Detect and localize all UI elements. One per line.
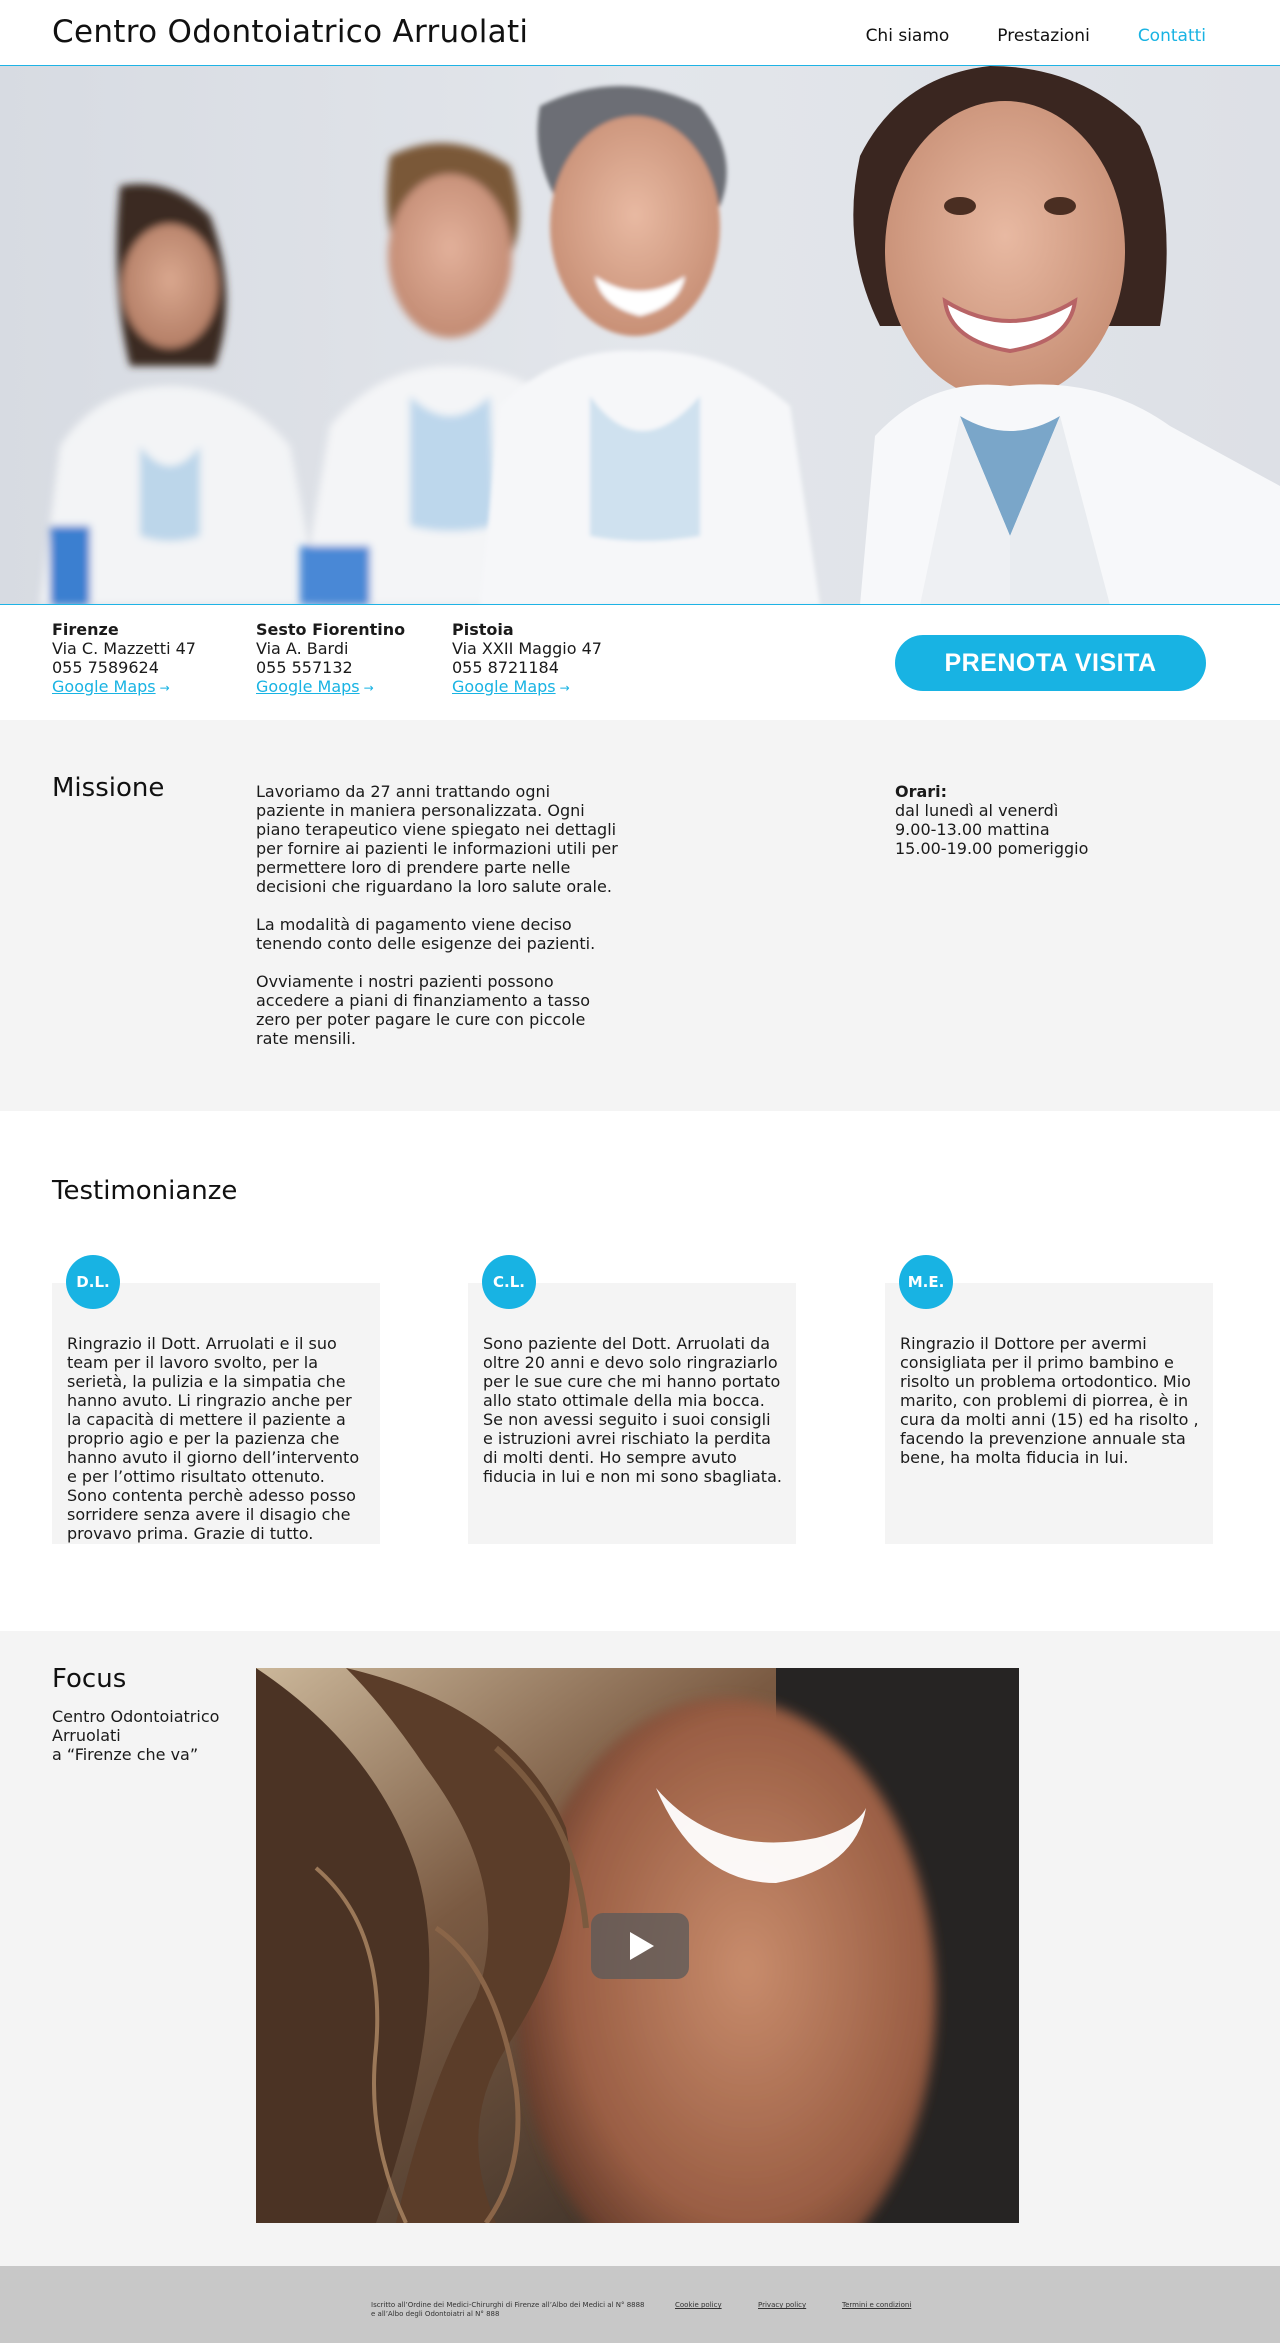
- testimonial-card: C.L. Sono paziente del Dott. Arruolati d…: [468, 1255, 796, 1544]
- location-firenze: Firenze Via C. Mazzetti 47 055 7589624 G…: [52, 620, 196, 698]
- location-address: Via A. Bardi: [256, 639, 349, 658]
- location-city: Firenze: [52, 620, 119, 639]
- avatar: M.E.: [899, 1255, 953, 1309]
- arrow-right-icon: →: [159, 681, 170, 695]
- location-pistoia: Pistoia Via XXII Maggio 47 055 8721184 G…: [452, 620, 602, 698]
- video-player[interactable]: [256, 1668, 1019, 2223]
- nav-link-contatti[interactable]: Contatti: [1138, 26, 1206, 46]
- hours-line: dal lunedì al venerdì: [895, 801, 1059, 820]
- focus-subtitle-line: Arruolati: [52, 1726, 121, 1745]
- mission-section: Missione Lavoriamo da 27 anni trattando …: [0, 720, 1280, 1111]
- location-address: Via C. Mazzetti 47: [52, 639, 196, 658]
- arrow-right-icon: →: [559, 681, 570, 695]
- focus-subtitle: Centro Odontoiatrico Arruolati a “Firenz…: [52, 1707, 252, 1764]
- google-maps-link[interactable]: Google Maps: [452, 677, 556, 696]
- play-icon: [630, 1932, 654, 1960]
- footer-legal-line: Iscritto all’Ordine dei Medici-Chirurghi…: [371, 2301, 645, 2309]
- google-maps-link[interactable]: Google Maps: [256, 677, 360, 696]
- arrow-right-icon: →: [363, 681, 374, 695]
- hours-line: 9.00-13.00 mattina: [895, 820, 1050, 839]
- play-button[interactable]: [591, 1913, 689, 1979]
- footer-link-terms[interactable]: Termini e condizioni: [842, 2301, 911, 2309]
- footer-link-cookie-policy[interactable]: Cookie policy: [675, 2301, 722, 2309]
- location-phone[interactable]: 055 557132: [256, 658, 405, 677]
- footer-link-privacy-policy[interactable]: Privacy policy: [758, 2301, 806, 2309]
- site-footer: Iscritto all’Ordine dei Medici-Chirurghi…: [0, 2266, 1280, 2343]
- section-title-testimonianze: Testimonianze: [52, 1176, 238, 1206]
- hours-line: 15.00-19.00 pomeriggio: [895, 839, 1089, 858]
- mission-text: Lavoriamo da 27 anni trattando ogni pazi…: [256, 782, 621, 1067]
- location-address: Via XXII Maggio 47: [452, 639, 602, 658]
- location-phone[interactable]: 055 7589624: [52, 658, 196, 677]
- hero-image: [0, 66, 1280, 605]
- testimonials-section: Testimonianze D.L. Ringrazio il Dott. Ar…: [0, 1111, 1280, 1631]
- google-maps-link[interactable]: Google Maps: [52, 677, 156, 696]
- nav-link-chi-siamo[interactable]: Chi siamo: [866, 26, 950, 46]
- testimonial-text: Ringrazio il Dottore per avermi consigli…: [900, 1334, 1199, 1467]
- mission-paragraph: Ovviamente i nostri pazienti possono acc…: [256, 972, 591, 1048]
- mission-paragraph: Lavoriamo da 27 anni trattando ogni pazi…: [256, 782, 618, 896]
- location-city: Sesto Fiorentino: [256, 620, 406, 639]
- testimonial-card: D.L. Ringrazio il Dott. Arruolati e il s…: [52, 1255, 380, 1544]
- location-phone[interactable]: 055 8721184: [452, 658, 602, 677]
- footer-legal-text: Iscritto all’Ordine dei Medici-Chirurghi…: [371, 2301, 651, 2319]
- opening-hours: Orari: dal lunedì al venerdì 9.00-13.00 …: [895, 782, 1088, 858]
- book-visit-button[interactable]: PRENOTA VISITA: [895, 635, 1206, 691]
- location-sesto-fiorentino: Sesto Fiorentino Via A. Bardi 055 557132…: [256, 620, 405, 698]
- location-city: Pistoia: [452, 620, 514, 639]
- focus-section: Focus Centro Odontoiatrico Arruolati a “…: [0, 1631, 1280, 2266]
- mission-paragraph: La modalità di pagamento viene deciso te…: [256, 915, 596, 953]
- testimonial-card: M.E. Ringrazio il Dottore per avermi con…: [885, 1255, 1213, 1544]
- locations-strip: Firenze Via C. Mazzetti 47 055 7589624 G…: [0, 605, 1280, 720]
- testimonial-text: Ringrazio il Dott. Arruolati e il suo te…: [67, 1334, 360, 1543]
- avatar: C.L.: [482, 1255, 536, 1309]
- footer-legal-line: e all’Albo degli Odontoiatri al N° 888: [371, 2310, 500, 2318]
- hours-label: Orari:: [895, 782, 948, 801]
- focus-subtitle-line: Centro Odontoiatrico: [52, 1707, 220, 1726]
- nav-link-prestazioni[interactable]: Prestazioni: [997, 26, 1090, 46]
- site-header: Centro Odontoiatrico Arruolati Chi siamo…: [0, 0, 1280, 66]
- section-title-missione: Missione: [52, 773, 165, 803]
- section-title-focus: Focus: [52, 1664, 127, 1694]
- hero-photo-dentists: [0, 66, 1280, 604]
- main-nav: Chi siamo Prestazioni Contatti: [866, 26, 1206, 46]
- focus-subtitle-line: a “Firenze che va”: [52, 1745, 199, 1764]
- testimonial-text: Sono paziente del Dott. Arruolati da olt…: [483, 1334, 782, 1486]
- brand-logo-text[interactable]: Centro Odontoiatrico Arruolati: [52, 14, 528, 50]
- avatar: D.L.: [66, 1255, 120, 1309]
